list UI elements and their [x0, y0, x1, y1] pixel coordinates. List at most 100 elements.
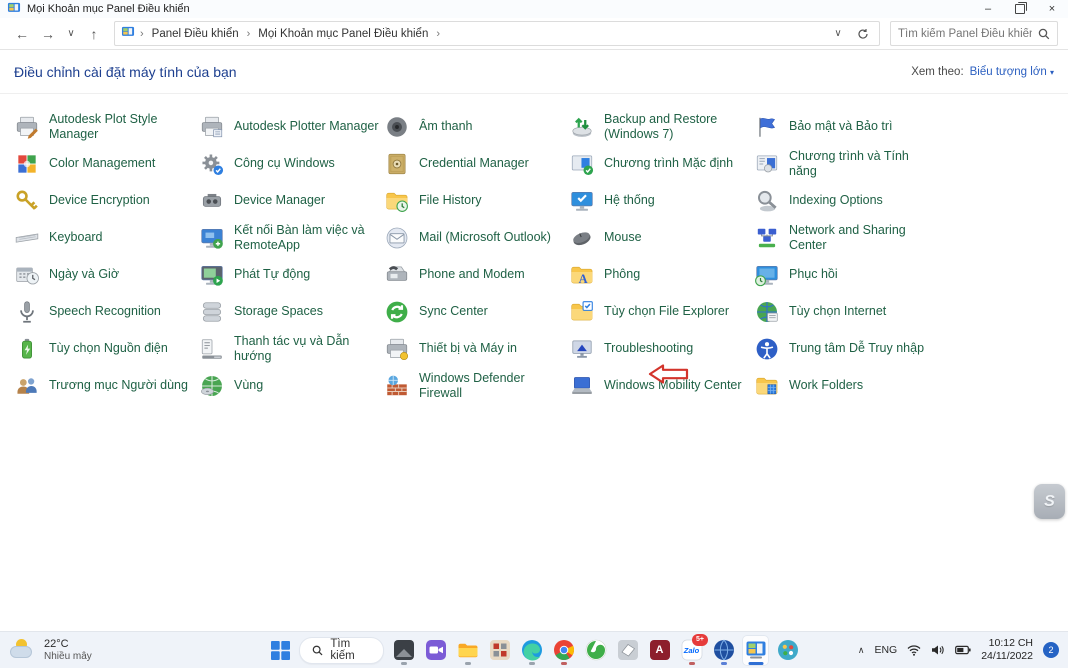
control-panel-item[interactable]: Credential Manager	[383, 145, 568, 182]
search-icon	[312, 644, 323, 657]
control-panel-item[interactable]: Âm thanh	[383, 108, 568, 145]
item-label: Autodesk Plotter Manager	[234, 119, 379, 134]
start-button[interactable]	[267, 635, 293, 665]
control-panel-item[interactable]: Sync Center	[383, 293, 568, 330]
address-bar[interactable]: › Panel Điều khiển › Mọi Khoản mục Panel…	[114, 21, 880, 46]
control-panel-item[interactable]: APhông	[568, 256, 753, 293]
widgets-weather-button[interactable]: 22°C Nhiều mây	[0, 638, 92, 662]
control-panel-item[interactable]: Hệ thống	[568, 182, 753, 219]
item-label: Phông	[604, 267, 640, 282]
notification-count-badge[interactable]: 2	[1043, 642, 1059, 658]
backup-restore-icon	[568, 113, 595, 140]
control-panel-item[interactable]: Tùy chọn File Explorer	[568, 293, 753, 330]
taskbar-app-microsoft-edge[interactable]	[518, 635, 545, 666]
control-panel-item[interactable]: Thiết bị và Máy in	[383, 330, 568, 367]
control-panel-item[interactable]: Tùy chọn Nguồn điện	[13, 330, 198, 367]
windows-tools-icon	[198, 150, 225, 177]
minimize-button[interactable]: –	[972, 0, 1004, 18]
taskbar-app-sketchup[interactable]	[614, 635, 641, 666]
security-maintenance-icon	[753, 113, 780, 140]
forward-button[interactable]: →	[36, 22, 60, 46]
item-label: Device Encryption	[49, 193, 150, 208]
weather-icon	[10, 639, 36, 661]
control-panel-item[interactable]: Windows Defender Firewall	[383, 367, 568, 404]
taskbar-apps: AZalo5+	[390, 635, 801, 666]
restore-button[interactable]	[1004, 0, 1036, 18]
taskbar-app-file-explorer[interactable]	[454, 635, 481, 666]
control-panel-item[interactable]: Color Management	[13, 145, 198, 182]
control-panel-item[interactable]: Phát Tự động	[198, 256, 383, 293]
view-by-dropdown[interactable]: Biểu tượng lớn ▾	[970, 66, 1054, 78]
item-label: Device Manager	[234, 193, 325, 208]
user-accounts-icon	[13, 372, 40, 399]
ease-of-access-icon	[753, 335, 780, 362]
taskbar-app-control-panel[interactable]	[742, 635, 769, 666]
item-label: Troubleshooting	[604, 341, 693, 356]
control-panel-item[interactable]: Vùng	[198, 367, 383, 404]
plotter-manager-icon	[198, 113, 225, 140]
taskbar-app-zalo[interactable]: Zalo5+	[678, 635, 705, 666]
floating-widget[interactable]: S	[1034, 484, 1065, 519]
control-panel-item[interactable]: Tùy chọn Internet	[753, 293, 938, 330]
taskbar-app-coc-coc-browser[interactable]	[582, 635, 609, 666]
up-button[interactable]: ↑	[82, 22, 106, 46]
taskbar-app-autocad[interactable]: A	[646, 635, 673, 666]
control-panel-item[interactable]: File History	[383, 182, 568, 219]
control-panel-item[interactable]: Công cụ Windows	[198, 145, 383, 182]
control-panel-item[interactable]: Phone and Modem	[383, 256, 568, 293]
refresh-icon[interactable]	[853, 28, 873, 40]
taskbar-app-paint-app[interactable]	[774, 635, 801, 666]
clock[interactable]: 10:12 CH 24/11/2022	[981, 637, 1033, 662]
close-button[interactable]: ×	[1036, 0, 1068, 18]
control-panel-item[interactable]: Bảo mật và Bảo trì	[753, 108, 938, 145]
taskbar-app-google-chrome[interactable]	[550, 635, 577, 666]
item-label: Windows Mobility Center	[604, 378, 742, 393]
volume-icon[interactable]	[931, 644, 945, 656]
control-panel-item[interactable]: Autodesk Plotter Manager	[198, 108, 383, 145]
control-panel-item[interactable]: Keyboard	[13, 219, 198, 256]
control-panel-item[interactable]: Trương mục Người dùng	[13, 367, 198, 404]
control-panel-item[interactable]: Mail (Microsoft Outlook)	[383, 219, 568, 256]
taskbar-app-video-call-app[interactable]	[422, 635, 449, 666]
search-icon	[1038, 28, 1050, 40]
item-label: Chương trình và Tính năng	[789, 149, 934, 179]
control-panel-item[interactable]: Network and Sharing Center	[753, 219, 938, 256]
control-panel-item[interactable]: Backup and Restore (Windows 7)	[568, 108, 753, 145]
system-tray: ∧ ENG 10:12 CH 24/11/2022 2	[858, 637, 1068, 662]
control-panel-item[interactable]: Trung tâm Dễ Truy nhập	[753, 330, 938, 367]
item-label: Ngày và Giờ	[49, 267, 119, 282]
taskbar-app-globe-app[interactable]	[710, 635, 737, 666]
search-input[interactable]: Tìm kiếm Panel Điều khiển	[890, 21, 1058, 46]
control-panel-item[interactable]: Chương trình Mặc định	[568, 145, 753, 182]
address-dropdown-icon[interactable]: ∨	[828, 28, 848, 39]
battery-icon[interactable]	[955, 645, 971, 655]
control-panel-item[interactable]: Device Manager	[198, 182, 383, 219]
taskbar-search[interactable]: Tìm kiếm	[299, 637, 384, 664]
control-panel-item[interactable]: Indexing Options	[753, 182, 938, 219]
taskbar-app-dark-app[interactable]	[390, 635, 417, 666]
breadcrumb-all-items[interactable]: Mọi Khoản mục Panel Điều khiển	[255, 27, 431, 41]
wifi-icon[interactable]	[907, 644, 921, 656]
control-panel-item[interactable]: Kết nối Bàn làm việc và RemoteApp	[198, 219, 383, 256]
control-panel-item[interactable]: Device Encryption	[13, 182, 198, 219]
item-label: Tùy chọn Internet	[789, 304, 886, 319]
control-panel-content: Autodesk Plot Style Manager Autodesk Plot…	[0, 94, 1068, 404]
tray-overflow-chevron-icon[interactable]: ∧	[858, 645, 865, 656]
control-panel-item[interactable]: Work Folders	[753, 367, 938, 404]
recent-pages-dropdown[interactable]: ∨	[62, 22, 80, 46]
control-panel-item[interactable]: Autodesk Plot Style Manager	[13, 108, 198, 145]
control-panel-item[interactable]: Speech Recognition	[13, 293, 198, 330]
control-panel-item[interactable]: Mouse	[568, 219, 753, 256]
caret-down-icon: ▾	[1050, 68, 1054, 77]
taskbar-app-input-tool-app[interactable]	[486, 635, 513, 666]
language-indicator[interactable]: ENG	[874, 644, 897, 656]
control-panel-item[interactable]: Chương trình và Tính năng	[753, 145, 938, 182]
control-panel-item[interactable]: Thanh tác vụ và Dẫn hướng	[198, 330, 383, 367]
control-panel-item[interactable]: Storage Spaces	[198, 293, 383, 330]
control-panel-item[interactable]: Windows Mobility Center	[568, 367, 753, 404]
control-panel-item[interactable]: Troubleshooting	[568, 330, 753, 367]
control-panel-item[interactable]: Ngày và Giờ	[13, 256, 198, 293]
breadcrumb-control-panel[interactable]: Panel Điều khiển	[149, 27, 242, 41]
back-button[interactable]: ←	[10, 22, 34, 46]
control-panel-item[interactable]: Phục hồi	[753, 256, 938, 293]
